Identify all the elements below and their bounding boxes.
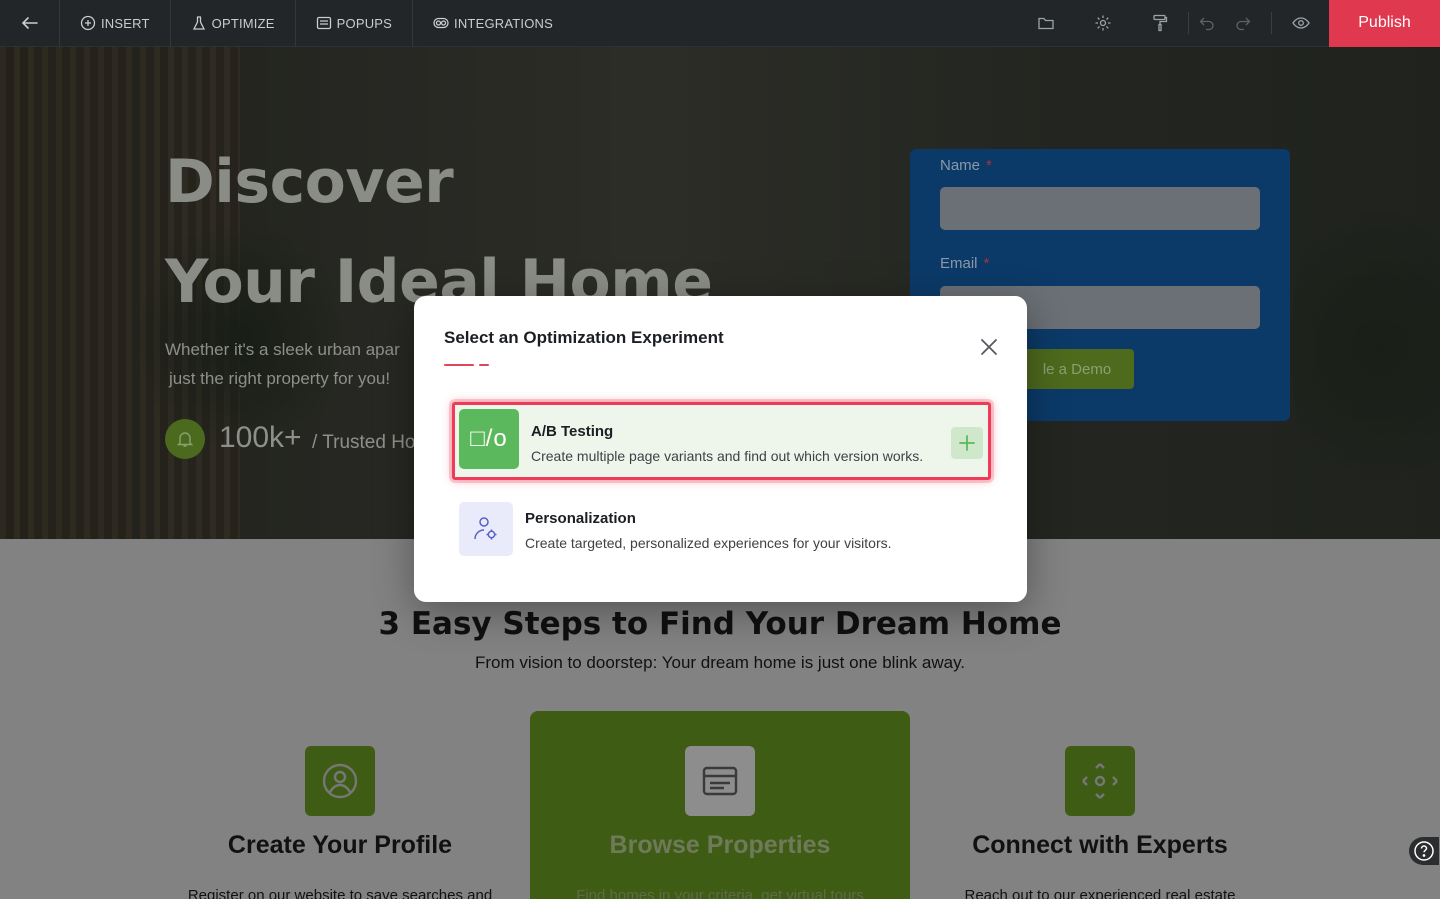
toolbar-right: Publish [1017,0,1440,47]
step-title: Create Your Profile [227,831,453,859]
hero-subtitle: Whether it's a sleek urban apar just the… [165,335,435,393]
name-input[interactable] [940,187,1260,230]
flask-icon [192,16,205,30]
redo-icon [1236,17,1251,31]
title-underline [444,364,474,366]
steps-subtitle: From vision to doorstep: Your dream home… [474,653,966,672]
toolbar-integrations[interactable]: INTEGRATIONS [413,0,573,47]
popup-window-icon [316,16,331,30]
personalization-option[interactable]: Personalization Create targeted, persona… [459,502,989,556]
optimization-experiment-modal: Select an Optimization Experiment □/o A/… [414,296,1027,602]
style-button[interactable] [1131,0,1188,47]
step-icon-box [305,746,375,816]
step-title: Connect with Experts [972,831,1228,859]
hero-subtitle-line: Whether it's a sleek urban apar [165,340,400,359]
back-button[interactable] [0,0,60,47]
stat-label: / Trusted Ho [312,432,416,453]
toolbar-insert[interactable]: INSERT [60,0,171,47]
toolbar-popups-label: POPUPS [336,15,393,31]
question-circle-icon [1414,841,1434,861]
close-icon [981,339,997,355]
ab-testing-option[interactable]: □/o A/B Testing Create multiple page var… [452,402,991,480]
folder-button[interactable] [1017,0,1074,47]
toolbar-optimize-label: OPTIMIZE [211,15,275,31]
paint-roller-icon [1152,14,1167,32]
hero-title-line: Discover [165,147,454,217]
required-mark: * [986,157,992,174]
eye-icon [1291,17,1310,29]
option-title: A/B Testing [531,423,614,440]
email-label: Email * [940,255,989,272]
hero-subtitle-line: just the right property for you! [169,369,391,388]
step-description: Reach out to our experienced real estate [964,887,1236,899]
step-icon-box [685,746,755,816]
browser-window-icon [702,766,738,796]
user-gear-icon-box [459,502,513,556]
undo-icon [1199,17,1214,31]
arrow-left-icon [21,17,38,29]
close-button[interactable] [978,336,1000,358]
toolbar-popups[interactable]: POPUPS [296,0,414,47]
user-gear-icon [474,517,497,540]
steps-title: 3 Easy Steps to Find Your Dream Home [378,606,1062,642]
required-mark: * [983,255,990,272]
help-button[interactable] [1409,837,1439,865]
option-title: Personalization [525,510,636,527]
name-label-text: Name [940,157,981,174]
name-label: Name * [940,157,992,174]
step-description: Register on our website to save searches… [187,887,493,899]
title-underline [479,364,489,366]
option-description: Create targeted, personalized experience… [525,535,892,551]
toolbar-optimize[interactable]: OPTIMIZE [171,0,296,47]
redo-button[interactable] [1225,0,1261,47]
step-icon-box [1065,746,1135,816]
add-ab-test-button[interactable] [951,427,983,459]
editor-toolbar: INSERT OPTIMIZE POPUPS INTEGRATIONS Publ… [0,0,1440,47]
gear-icon [1095,15,1110,31]
step-title: Browse Properties [609,831,831,859]
step-description: Find homes in your criteria, get virtual… [576,887,864,899]
email-label-text: Email [940,255,978,272]
toggle-link-icon [433,17,449,29]
preview-button[interactable] [1272,0,1329,47]
user-circle-icon [322,763,358,799]
schedule-demo-label: le a Demo [1042,360,1112,378]
ab-split-icon: □/o [459,409,519,469]
publish-button[interactable]: Publish [1329,0,1440,47]
bell-icon [176,432,194,447]
toolbar-insert-label: INSERT [101,15,150,31]
settings-button[interactable] [1074,0,1131,47]
plus-icon [959,435,975,451]
option-description: Create multiple page variants and find o… [531,448,924,464]
move-arrows-icon [1082,763,1118,799]
toolbar-integrations-label: INTEGRATIONS [454,15,553,31]
undo-button[interactable] [1189,0,1225,47]
plus-circle-icon [80,15,96,31]
folder-icon [1037,17,1054,30]
modal-title: Select an Optimization Experiment [444,328,724,347]
bell-badge [165,419,205,459]
stat-value: 100k+ [219,421,302,454]
